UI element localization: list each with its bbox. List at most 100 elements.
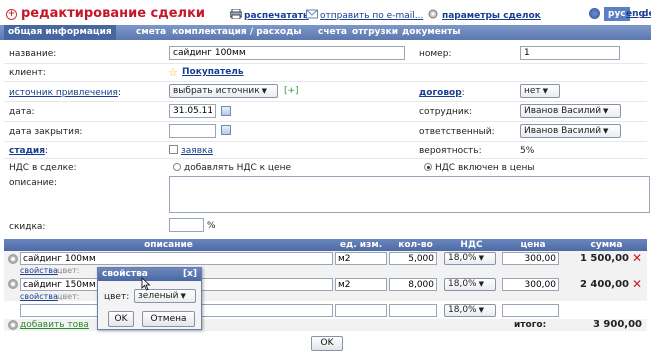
star-icon: ☆ bbox=[168, 66, 178, 79]
add-source-button[interactable]: [+] bbox=[284, 86, 299, 96]
gears-icon bbox=[428, 9, 438, 19]
row1-vat-select[interactable]: 18,0% ▼ bbox=[444, 252, 496, 265]
client-link[interactable]: Покупатель bbox=[182, 67, 244, 77]
chevron-down-icon: ▼ bbox=[478, 280, 484, 288]
email-link-label: отправить по e-mail... bbox=[320, 11, 424, 21]
chevron-down-icon: ▼ bbox=[261, 87, 268, 95]
close-date-input[interactable] bbox=[169, 124, 216, 138]
popup-close-button[interactable]: [x] bbox=[183, 269, 197, 279]
chevron-down-icon: ▼ bbox=[603, 107, 609, 115]
popup-color-select[interactable]: зеленый ▼ bbox=[134, 289, 196, 303]
tab-general-info[interactable]: общая информация bbox=[4, 25, 116, 40]
col-sum: сумма bbox=[590, 240, 623, 250]
row1-price-input[interactable] bbox=[502, 252, 559, 265]
save-ok-button[interactable]: OK bbox=[311, 336, 343, 351]
new-price-input[interactable] bbox=[502, 304, 559, 317]
row2-props-link[interactable]: свойства bbox=[20, 292, 58, 301]
employee-select[interactable]: Иванов Василий ▼ bbox=[520, 104, 621, 118]
tab-documents[interactable]: документы bbox=[402, 27, 460, 37]
responsible-select[interactable]: Иванов Василий ▼ bbox=[520, 124, 621, 138]
close-date-label: дата закрытия: bbox=[9, 127, 83, 137]
lang-de[interactable]: de bbox=[642, 9, 651, 19]
radio-vat-included[interactable] bbox=[424, 163, 432, 171]
gear-icon[interactable] bbox=[8, 320, 18, 330]
row1-unit-input[interactable] bbox=[335, 252, 387, 265]
contract-select[interactable]: нет ▼ bbox=[520, 84, 560, 98]
number-input[interactable] bbox=[520, 46, 620, 60]
tab-invoices[interactable]: счета bbox=[318, 27, 347, 37]
vat-option-add[interactable]: добавлять НДС к цене bbox=[173, 163, 291, 173]
responsible-select-value: Иванов Василий bbox=[524, 126, 602, 136]
stage-link[interactable]: заявка bbox=[181, 146, 213, 156]
chevron-down-icon: ▼ bbox=[478, 254, 484, 262]
popup-cancel-button[interactable]: Отмена bbox=[142, 311, 195, 327]
employee-select-value: Иванов Василий bbox=[524, 106, 602, 116]
divider bbox=[4, 101, 647, 102]
popup-ok-button[interactable]: OK bbox=[108, 311, 134, 327]
discount-input[interactable] bbox=[169, 218, 204, 232]
col-description: описание bbox=[144, 240, 193, 250]
add-item-link[interactable]: добавить това bbox=[20, 320, 89, 330]
popup-color-value: зеленый bbox=[138, 291, 179, 301]
divider bbox=[4, 141, 647, 142]
calendar-icon[interactable] bbox=[221, 125, 231, 135]
calendar-icon[interactable] bbox=[221, 106, 231, 116]
row2-qty-input[interactable] bbox=[389, 278, 437, 291]
total-label: итого: bbox=[514, 320, 547, 330]
contract-label: договор: bbox=[419, 88, 465, 98]
chevron-down-icon: ▼ bbox=[478, 306, 484, 314]
gear-icon[interactable] bbox=[8, 279, 18, 289]
popup-color-label: цвет: bbox=[104, 292, 130, 302]
email-link[interactable]: отправить по e-mail... bbox=[306, 9, 423, 21]
col-vat: НДС bbox=[460, 240, 483, 250]
vat-option-add-label: добавлять НДС к цене bbox=[184, 163, 291, 173]
params-link[interactable]: параметры сделок bbox=[428, 9, 541, 21]
header: + редактирование сделки распечатать отпр… bbox=[0, 0, 651, 26]
description-label: описание: bbox=[9, 178, 58, 188]
probability-label: вероятность: bbox=[419, 146, 482, 156]
responsible-label: ответственный: bbox=[419, 127, 495, 137]
tab-shipments[interactable]: отгрузки bbox=[352, 27, 398, 37]
client-label: клиент: bbox=[9, 68, 46, 78]
row2-vat-select[interactable]: 18,0% ▼ bbox=[444, 278, 496, 291]
print-link[interactable]: распечатать bbox=[230, 9, 309, 21]
row1-desc-input[interactable] bbox=[20, 252, 333, 265]
row2-sum: 2 400,00 bbox=[579, 279, 629, 290]
items-table-header: описание ед. изм. кол-во НДС цена сумма bbox=[4, 239, 647, 251]
stage-checkbox[interactable] bbox=[169, 145, 178, 154]
gear-icon[interactable] bbox=[8, 254, 18, 264]
print-link-label: распечатать bbox=[244, 11, 309, 21]
contract-label-link[interactable]: договор bbox=[419, 88, 462, 98]
row2-price-input[interactable] bbox=[502, 278, 559, 291]
delete-icon[interactable]: ✕ bbox=[632, 251, 642, 265]
col-unit: ед. изм. bbox=[339, 240, 383, 250]
stage-label: стадия: bbox=[9, 146, 49, 156]
vat-option-included[interactable]: НДС включен в цены bbox=[424, 163, 534, 173]
tab-estimate[interactable]: смета bbox=[136, 27, 166, 37]
new-unit-input[interactable] bbox=[335, 304, 387, 317]
row1-qty-input[interactable] bbox=[389, 252, 437, 265]
row2-unit-input[interactable] bbox=[335, 278, 387, 291]
number-label: номер: bbox=[419, 49, 452, 59]
radio-vat-add[interactable] bbox=[173, 163, 181, 171]
row1-color-label: цвет: bbox=[57, 266, 80, 275]
help-icon[interactable] bbox=[589, 8, 600, 19]
source-select-value: выбрать источник bbox=[173, 86, 260, 96]
chevron-down-icon: ▼ bbox=[603, 127, 609, 135]
discount-label: скидка: bbox=[9, 222, 46, 232]
row1-props-link[interactable]: свойства bbox=[20, 266, 58, 275]
new-vat-select[interactable]: 18,0% ▼ bbox=[444, 304, 496, 317]
source-label-link[interactable]: источник привлечения bbox=[9, 88, 118, 98]
col-price: цена bbox=[520, 240, 546, 250]
description-textarea[interactable] bbox=[169, 176, 650, 213]
delete-icon[interactable]: ✕ bbox=[632, 277, 642, 291]
date-input[interactable] bbox=[169, 104, 216, 118]
name-label: название: bbox=[9, 49, 57, 59]
source-select[interactable]: выбрать источник ▼ bbox=[169, 84, 278, 98]
tab-equipment-expenses[interactable]: комплектация / расходы bbox=[172, 27, 302, 37]
new-qty-input[interactable] bbox=[389, 304, 437, 317]
date-label: дата: bbox=[9, 107, 35, 117]
name-input[interactable] bbox=[169, 46, 405, 60]
stage-label-link[interactable]: стадия bbox=[9, 146, 45, 156]
mouse-cursor-icon bbox=[141, 277, 151, 291]
